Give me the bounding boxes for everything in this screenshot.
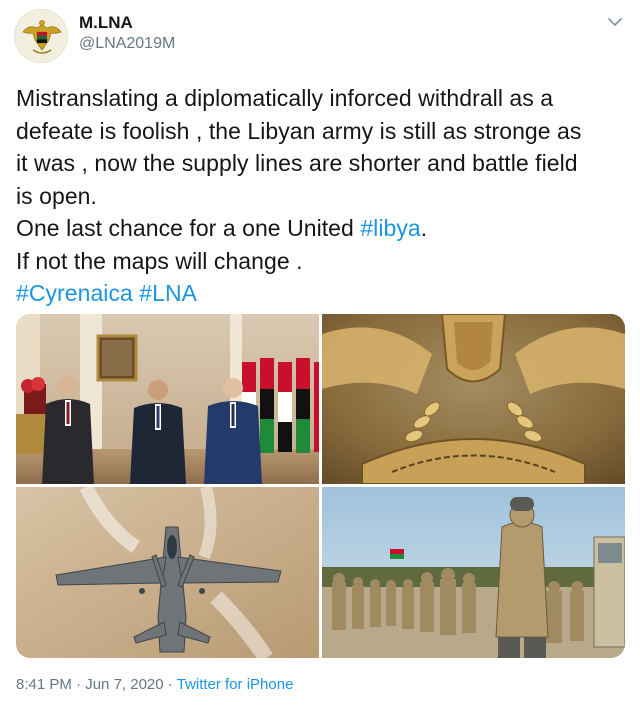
jet-photo[interactable] [16, 487, 319, 658]
emblem-photo[interactable] [322, 314, 625, 484]
tweet-text: Mistranslating a diplomatically inforced… [16, 82, 628, 310]
eagle-emblem-icon [15, 10, 67, 62]
tweet: M.LNA @LNA2019M Mistranslating a diploma… [0, 0, 640, 709]
tweet-line: defeate is foolish , the Libyan army is … [16, 117, 582, 144]
tweet-line: If not the maps will change . [16, 247, 303, 274]
leaders-photo[interactable] [16, 314, 319, 484]
tweet-time[interactable]: 8:41 PM [16, 676, 72, 693]
tweet-date[interactable]: Jun 7, 2020 [85, 676, 163, 693]
media-grid [16, 314, 625, 658]
tweet-line: One last chance for a one United #libya. [16, 215, 428, 241]
chevron-down-icon[interactable] [604, 11, 626, 33]
hashtag-cyrenaica[interactable]: #Cyrenaica [16, 280, 133, 306]
hashtag-lna[interactable]: #LNA [139, 280, 197, 306]
tweet-line: Mistranslating a diplomatically inforced… [16, 85, 554, 111]
author-name[interactable]: M.LNA [79, 13, 133, 33]
tweet-line: is open. [16, 182, 97, 209]
tweet-meta: 8:41 PM · Jun 7, 2020 · Twitter for iPho… [16, 676, 294, 693]
author-handle[interactable]: @LNA2019M [79, 35, 175, 53]
tweet-source-link[interactable]: Twitter for iPhone [177, 676, 294, 693]
hashtag-libya[interactable]: #libya [360, 215, 420, 241]
avatar[interactable] [14, 9, 68, 63]
soldiers-photo[interactable] [322, 487, 625, 658]
tweet-line: #Cyrenaica #LNA [16, 277, 628, 310]
tweet-line: it was , now the supply lines are shorte… [16, 150, 578, 176]
